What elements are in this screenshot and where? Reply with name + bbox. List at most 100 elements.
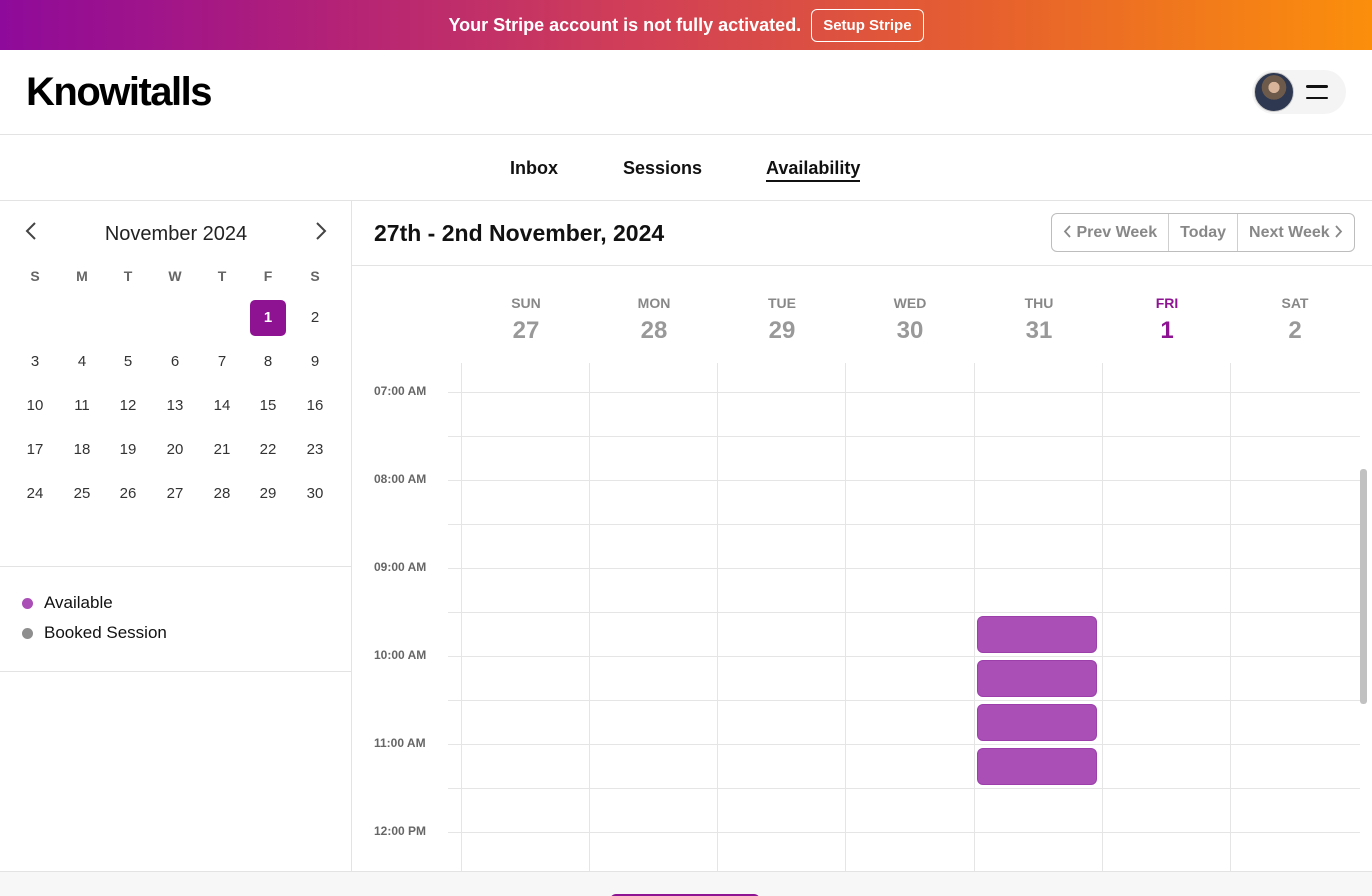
mini-calendar-day[interactable]: 6: [157, 344, 193, 380]
mini-calendar-day[interactable]: 20: [157, 432, 193, 468]
weekday-header: S: [310, 268, 320, 284]
day-of-week: SUN: [511, 295, 541, 311]
day-date: 1: [1160, 317, 1174, 344]
chevron-right-icon[interactable]: [314, 221, 328, 245]
mini-calendar-day[interactable]: 21: [204, 432, 240, 468]
day-header-thu: THU 31: [975, 295, 1103, 345]
user-menu[interactable]: [1252, 70, 1346, 114]
grid-row-line: [448, 392, 1360, 393]
mini-calendar-title: November 2024: [104, 223, 248, 245]
divider: [352, 265, 1372, 266]
available-dot-icon: [22, 597, 33, 609]
time-label: 11:00 AM: [374, 736, 426, 750]
mini-calendar-day[interactable]: 26: [110, 476, 146, 512]
grid-column-line: [1102, 363, 1103, 871]
prev-week-button[interactable]: Prev Week: [1052, 214, 1168, 251]
available-slot[interactable]: [977, 704, 1097, 741]
mini-calendar-day[interactable]: 29: [250, 476, 286, 512]
prev-week-label: Prev Week: [1076, 224, 1158, 241]
mini-calendar-day[interactable]: 8: [250, 344, 286, 380]
tab-sessions[interactable]: Sessions: [623, 158, 702, 179]
weekday-header: M: [76, 268, 88, 284]
day-date: 28: [640, 317, 668, 344]
logo[interactable]: Knowitalls: [26, 70, 213, 115]
mini-calendar-day[interactable]: 10: [17, 388, 53, 424]
mini-calendar-day[interactable]: 3: [17, 344, 53, 380]
vertical-scrollbar[interactable]: [1360, 469, 1367, 704]
available-slot[interactable]: [977, 660, 1097, 697]
today-button[interactable]: Today: [1168, 214, 1237, 251]
weekday-header: S: [30, 268, 40, 284]
mini-calendar-day[interactable]: 15: [250, 388, 286, 424]
mini-calendar-day[interactable]: 14: [204, 388, 240, 424]
divider: [0, 671, 352, 672]
legend-booked: Booked Session: [22, 623, 167, 643]
weekday-header: T: [217, 268, 227, 284]
day-date: 27: [512, 317, 540, 344]
banner-message: Your Stripe account is not fully activat…: [448, 14, 802, 35]
mini-calendar-day[interactable]: 27: [157, 476, 193, 512]
app-header: Knowitalls: [0, 50, 1372, 135]
mini-calendar-day[interactable]: 18: [64, 432, 100, 468]
mini-calendar-day[interactable]: 5: [110, 344, 146, 380]
mini-calendar-day[interactable]: 30: [297, 476, 333, 512]
booked-dot-icon: [22, 627, 33, 639]
grid-row-line: [448, 656, 1360, 657]
next-week-label: Next Week: [1249, 224, 1330, 241]
tab-inbox[interactable]: Inbox: [510, 158, 558, 179]
day-header-tue: TUE 29: [718, 295, 846, 345]
weekday-header: W: [168, 268, 182, 284]
grid-column-line: [717, 363, 718, 871]
mini-calendar-day[interactable]: 12: [110, 388, 146, 424]
grid-column-line: [589, 363, 590, 871]
weekday-header: T: [123, 268, 133, 284]
mini-calendar-day-selected[interactable]: 1: [250, 300, 286, 336]
grid-column-line: [1230, 363, 1231, 871]
mini-calendar-day[interactable]: 9: [297, 344, 333, 380]
day-date: 2: [1288, 317, 1302, 344]
time-label: 09:00 AM: [374, 560, 427, 574]
time-grid[interactable]: [448, 363, 1360, 871]
day-date: 29: [768, 317, 796, 344]
tab-availability[interactable]: Availability: [766, 158, 861, 182]
divider: [0, 566, 352, 567]
mini-calendar-day[interactable]: 22: [250, 432, 286, 468]
mini-calendar-day[interactable]: 11: [64, 388, 100, 424]
grid-row-line: [448, 524, 1360, 525]
day-of-week: TUE: [768, 295, 796, 311]
mini-calendar-day[interactable]: 7: [204, 344, 240, 380]
footer: [0, 871, 1372, 896]
grid-row-line: [448, 744, 1360, 745]
mini-calendar-day[interactable]: 25: [64, 476, 100, 512]
day-of-week: THU: [1024, 295, 1054, 311]
day-header-sat: SAT 2: [1231, 295, 1359, 345]
day-header-sun: SUN 27: [462, 295, 590, 345]
chevron-right-icon: [1335, 225, 1343, 238]
mini-calendar-day[interactable]: 4: [64, 344, 100, 380]
mini-calendar-day[interactable]: 19: [110, 432, 146, 468]
day-of-week: MON: [637, 295, 671, 311]
available-slot[interactable]: [977, 616, 1097, 653]
grid-row-line: [448, 832, 1360, 833]
next-week-button[interactable]: Next Week: [1237, 214, 1354, 251]
available-slot[interactable]: [977, 748, 1097, 785]
mini-calendar-day[interactable]: 2: [297, 300, 333, 336]
avatar[interactable]: [1254, 72, 1294, 112]
setup-stripe-button[interactable]: Setup Stripe: [811, 8, 924, 42]
time-label: 07:00 AM: [374, 384, 427, 398]
mini-calendar-header: November 2024: [0, 201, 352, 265]
legend-label: Available: [44, 593, 113, 612]
mini-calendar-day[interactable]: 23: [297, 432, 333, 468]
mini-calendar-day[interactable]: 16: [297, 388, 333, 424]
hamburger-icon[interactable]: [1306, 85, 1328, 99]
day-of-week: FRI: [1155, 295, 1179, 311]
stripe-activation-banner: Your Stripe account is not fully activat…: [0, 0, 1372, 50]
day-of-week: WED: [893, 295, 927, 311]
mini-calendar-day[interactable]: 13: [157, 388, 193, 424]
mini-calendar-day[interactable]: 28: [204, 476, 240, 512]
mini-calendar-day[interactable]: 17: [17, 432, 53, 468]
day-header-fri: FRI 1: [1103, 295, 1231, 345]
day-header-mon: MON 28: [590, 295, 718, 345]
day-header-wed: WED 30: [846, 295, 974, 345]
mini-calendar-day[interactable]: 24: [17, 476, 53, 512]
